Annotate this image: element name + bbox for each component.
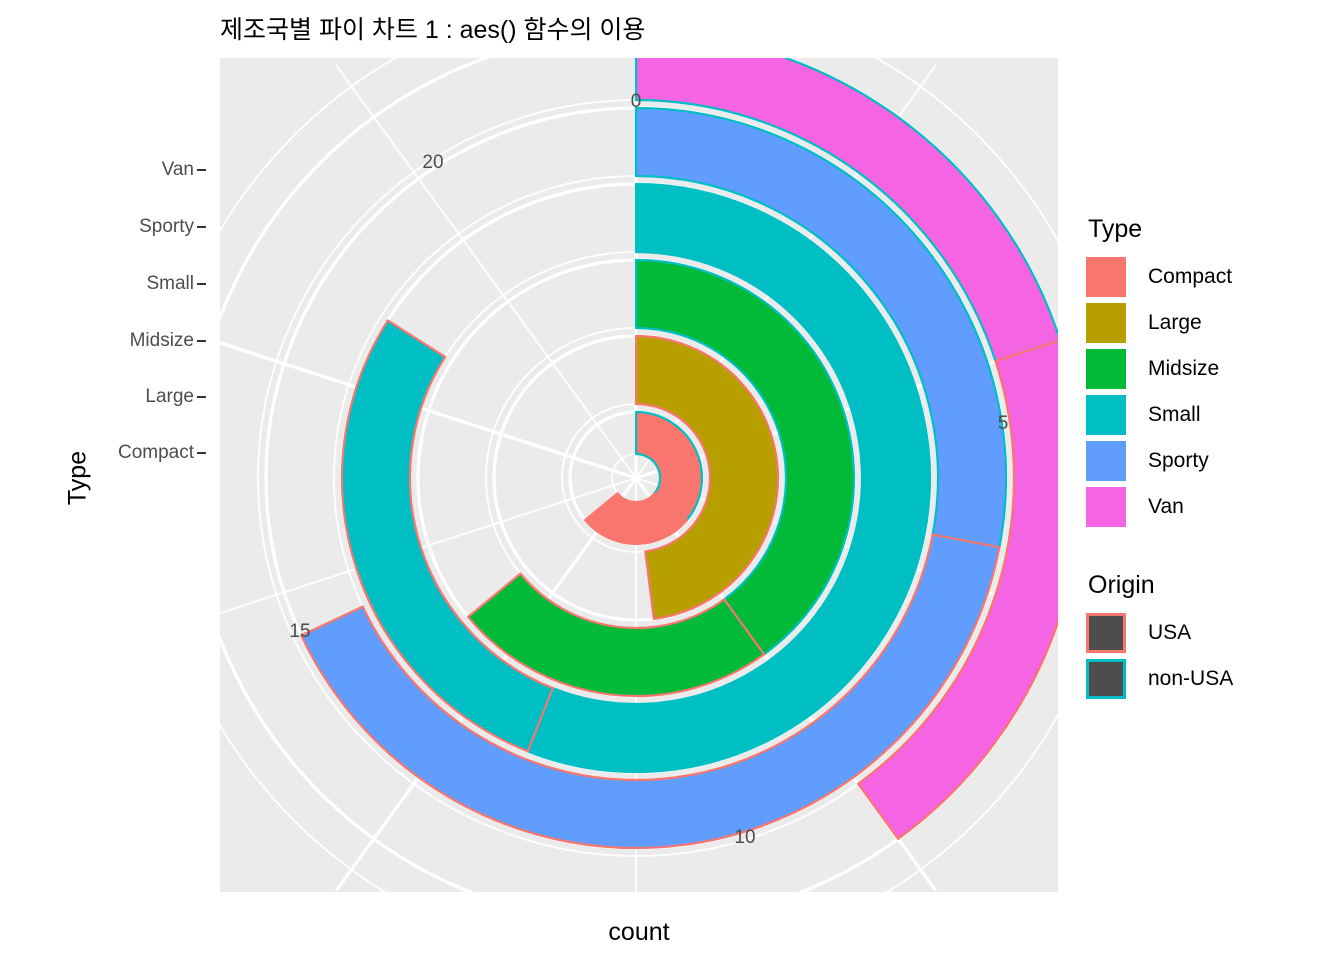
legend-key-sporty <box>1086 441 1126 481</box>
y-tick-label-small: Small <box>146 273 194 294</box>
legend-key-large <box>1086 303 1126 343</box>
y-axis-labels: Van Sporty Small Midsize Large Compact <box>0 0 220 960</box>
legend-key-non-usa <box>1086 659 1126 699</box>
y-tick-mark <box>197 340 206 342</box>
legend-label: Large <box>1148 311 1202 334</box>
legend-item-non-usa[interactable]: non-USA <box>1086 656 1344 702</box>
legend-area: Type Compact Large Midsize Small Sporty Van O… <box>1086 214 1344 742</box>
legend-label: Compact <box>1148 265 1233 288</box>
theta-tick-label-15: 15 <box>289 621 311 642</box>
y-tick-mark <box>197 452 206 454</box>
y-tick-label-midsize: Midsize <box>129 330 194 351</box>
legend-origin-title: Origin <box>1088 571 1155 599</box>
legend-item-usa[interactable]: USA <box>1086 610 1344 656</box>
y-tick-mark <box>197 283 206 285</box>
legend-label: Sporty <box>1148 449 1209 472</box>
theta-tick-label-5: 5 <box>997 413 1009 434</box>
y-tick-mark <box>197 396 206 398</box>
polar-chart-svg <box>220 58 1058 892</box>
legend-item-compact[interactable]: Compact <box>1086 254 1344 300</box>
legend-item-van[interactable]: Van <box>1086 484 1344 530</box>
theta-tick-label-10: 10 <box>734 827 756 848</box>
y-tick-label-compact: Compact <box>117 442 194 463</box>
legend-origin: Origin USA non-USA <box>1086 570 1344 702</box>
legend-label: non-USA <box>1148 667 1234 690</box>
y-axis-title: Type <box>63 450 92 506</box>
legend-label: USA <box>1148 621 1192 644</box>
legend-label: Midsize <box>1148 357 1220 380</box>
legend-item-midsize[interactable]: Midsize <box>1086 346 1344 392</box>
legend-item-small[interactable]: Small <box>1086 392 1344 438</box>
legend-key-compact <box>1086 257 1126 297</box>
legend-key-van <box>1086 487 1126 527</box>
chart-root: 제조국별 파이 차트 1 : aes() 함수의 이용 Van Sporty Sma… <box>0 0 1344 960</box>
theta-tick-label-0: 0 <box>630 91 642 112</box>
page-title: 제조국별 파이 차트 1 : aes() 함수의 이용 <box>220 16 646 44</box>
legend-key-midsize <box>1086 349 1126 389</box>
legend-type-title: Type <box>1088 215 1143 243</box>
legend-type: Type Compact Large Midsize Small Sporty Van <box>1086 214 1344 530</box>
y-tick-mark <box>197 169 206 171</box>
plot-panel <box>220 58 1058 892</box>
legend-item-sporty[interactable]: Sporty <box>1086 438 1344 484</box>
legend-key-usa <box>1086 613 1126 653</box>
theta-tick-label-20: 20 <box>422 152 444 173</box>
legend-label: Small <box>1148 403 1201 426</box>
y-tick-label-large: Large <box>145 386 194 407</box>
legend-key-small <box>1086 395 1126 435</box>
y-tick-label-van: Van <box>161 159 194 180</box>
y-tick-mark <box>197 226 206 228</box>
x-axis-title: count <box>608 918 670 946</box>
y-tick-label-sporty: Sporty <box>139 216 194 237</box>
legend-label: Van <box>1148 495 1184 518</box>
legend-item-large[interactable]: Large <box>1086 300 1344 346</box>
